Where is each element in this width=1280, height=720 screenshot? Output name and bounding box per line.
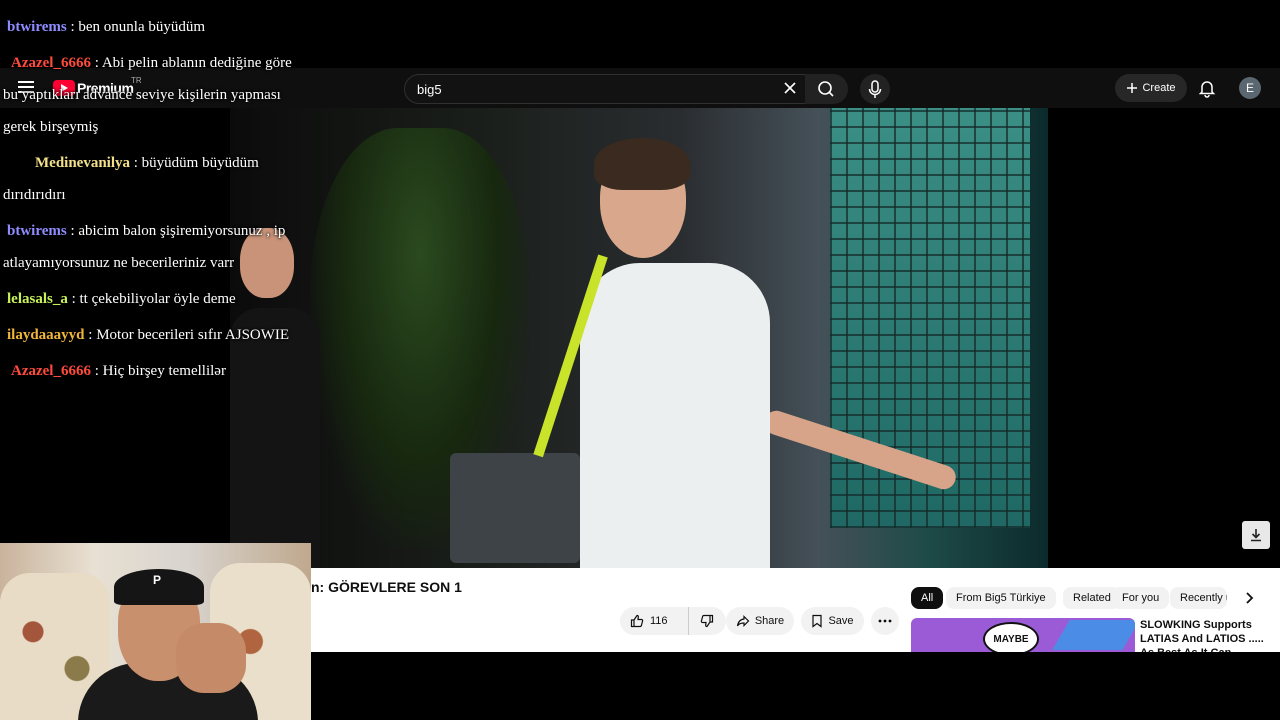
chat-text: : Abi pelin ablanın dediğine göre — [90, 55, 292, 71]
download-icon — [1251, 529, 1261, 542]
webcam-person-hand — [176, 623, 246, 693]
dislike-button[interactable] — [689, 614, 726, 628]
create-button[interactable]: Create — [1115, 74, 1187, 102]
chat-continuation: bu yaptıkları advance seviye kişilerin y… — [3, 87, 281, 103]
search-value[interactable]: big5 — [417, 82, 442, 97]
chip-all[interactable]: All — [911, 587, 944, 609]
chat-message: btwirems : abicim balon şişiremiyorsunuz… — [7, 215, 285, 247]
search-button[interactable] — [805, 74, 848, 104]
more-actions-button[interactable] — [871, 607, 899, 635]
more-icon — [878, 619, 892, 623]
chat-username: ilaydaaayyd — [7, 327, 85, 343]
chat-username: Medinevanilya — [35, 155, 131, 171]
chat-message: ilaydaaayyd : Motor becerileri sıfır AJS… — [7, 319, 289, 351]
recommendation-thumbnail[interactable]: MAYBE — [911, 618, 1135, 652]
video-title: n: GÖREVLERE SON 1 — [311, 579, 462, 595]
video-info-panel: n: GÖREVLERE SON 1 116 Share Save All Fr… — [311, 568, 1280, 652]
bookmark-icon — [812, 614, 823, 628]
chat-username: lelasals_a — [7, 291, 68, 307]
bell-icon[interactable] — [1197, 78, 1217, 98]
voice-search-button[interactable] — [860, 74, 890, 104]
thumbnail-shape — [1052, 620, 1135, 650]
chat-username: btwirems — [7, 223, 67, 239]
overlay-action-button[interactable] — [1242, 521, 1270, 549]
search-input[interactable]: big5 — [404, 74, 806, 104]
chat-text: : ben onunla büyüdüm — [66, 19, 206, 35]
video-background-person — [230, 218, 320, 568]
chat-username: Azazel_6666 — [11, 55, 91, 71]
account-avatar[interactable]: E — [1239, 77, 1261, 99]
share-label: Share — [754, 615, 785, 627]
mic-icon — [868, 80, 882, 98]
chat-username: btwirems — [7, 19, 67, 35]
chevron-right-icon[interactable] — [1241, 590, 1257, 606]
chat-continuation: atlayamıyorsunuz ne becerileriniz varr — [3, 255, 235, 271]
chat-text: : tt çekebiliyolar öyle deme — [67, 291, 236, 307]
like-button[interactable]: 116 — [620, 607, 689, 635]
search-icon — [818, 81, 834, 97]
thumbnail-bubble: MAYBE — [983, 622, 1039, 652]
chat-message: btwirems : ben onunla büyüdüm — [7, 11, 205, 43]
thumbs-up-icon — [630, 614, 644, 628]
chip-from-channel[interactable]: From Big5 Türkiye — [946, 587, 1056, 609]
like-count: 116 — [650, 615, 668, 627]
chat-message: Medinevanilya : büyüdüm büyüdüm — [35, 147, 259, 179]
chat-text: : büyüdüm büyüdüm — [130, 155, 259, 171]
share-icon — [736, 615, 750, 627]
video-player[interactable] — [230, 108, 1048, 568]
webcam-overlay: P — [0, 543, 311, 720]
thumbs-down-icon — [701, 614, 714, 628]
chip-for-you[interactable]: For you — [1112, 587, 1170, 609]
recommendation-title[interactable]: SLOWKING Supports LATIAS And LATIOS ....… — [1140, 618, 1280, 652]
chat-continuation: dırıdırıdırı — [3, 187, 66, 203]
like-dislike-group: 116 — [620, 607, 726, 635]
create-label: Create — [1142, 82, 1176, 94]
chat-message: lelasals_a : tt çekebiliyolar öyle deme — [7, 283, 236, 315]
plus-icon — [1127, 83, 1138, 93]
chat-username: Azazel_6666 — [11, 363, 91, 379]
save-label: Save — [828, 615, 854, 627]
share-button[interactable]: Share — [726, 607, 794, 635]
chat-text: : Hiç birşey temellilər — [90, 363, 226, 379]
chat-message: Azazel_6666 : Hiç birşey temellilər — [11, 355, 226, 387]
video-main-person — [533, 138, 770, 568]
chat-message: Azazel_6666 : Abi pelin ablanın dediğine… — [11, 47, 292, 79]
cap-logo: P — [153, 573, 162, 587]
chat-continuation: gerek birşeymiş — [3, 119, 99, 135]
chip-recently-uploaded[interactable]: Recently u — [1170, 587, 1227, 609]
chat-text: : Motor becerileri sıfır AJSOWIE — [84, 327, 290, 343]
close-icon[interactable] — [783, 81, 797, 95]
video-stool — [450, 453, 580, 563]
chat-text: : abicim balon şişiremiyorsunuz , ip — [66, 223, 286, 239]
save-button[interactable]: Save — [801, 607, 864, 635]
